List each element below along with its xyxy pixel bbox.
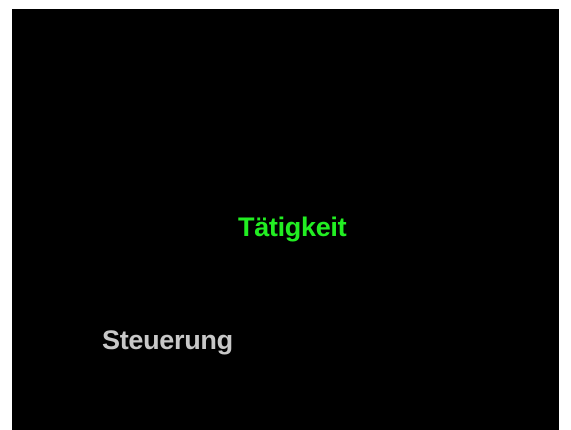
menu-item-taetigkeit[interactable]: Tätigkeit (238, 214, 347, 241)
display-screen: Tätigkeit Steuerung (12, 9, 559, 430)
menu-item-steuerung[interactable]: Steuerung (102, 327, 233, 354)
